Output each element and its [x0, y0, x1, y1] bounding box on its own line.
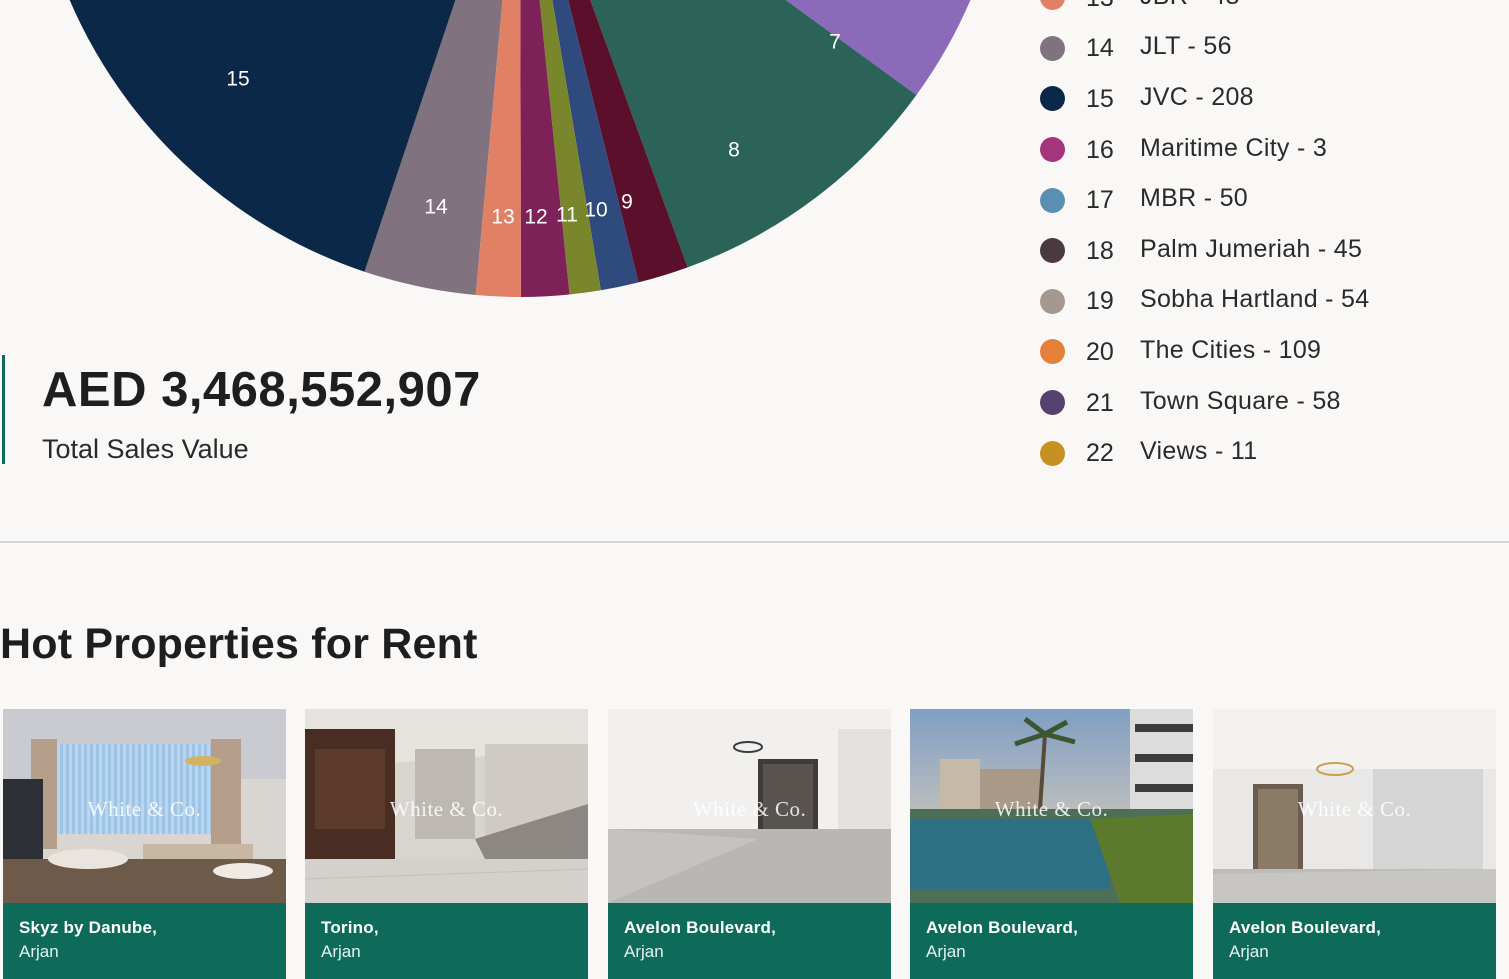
sales-pie-chart: 7 8 9 10 11 12 13 14 15: [0, 0, 1000, 320]
property-card[interactable]: White & Co. Avelon Boulevard, Arjan: [608, 709, 891, 979]
property-photo[interactable]: White & Co.: [3, 709, 286, 903]
legend-color-dot: [1040, 288, 1065, 314]
property-info: Avelon Boulevard, Arjan: [624, 918, 776, 962]
legend-color-dot: [1040, 238, 1065, 264]
legend-item: 13JBR - 48: [1040, 0, 1500, 22]
legend-label: Town Square - 58: [1140, 386, 1341, 415]
property-area: Arjan: [321, 942, 361, 961]
legend-number: 16: [1086, 135, 1114, 164]
property-card[interactable]: White & Co. Torino, Arjan: [305, 709, 588, 979]
hot-properties-title: Hot Properties for Rent: [0, 620, 478, 668]
total-sales-caption: Total Sales Value: [42, 434, 249, 464]
property-photo[interactable]: White & Co.: [305, 709, 588, 903]
property-info: Avelon Boulevard, Arjan: [1229, 918, 1381, 962]
watermark-text: White & Co.: [692, 797, 807, 821]
legend-item: 18 Palm Jumeriah - 45: [1040, 224, 1500, 275]
legend-color-dot: [1040, 86, 1065, 112]
pie-slice-label: 9: [621, 191, 633, 214]
legend-number: 17: [1086, 186, 1114, 215]
legend-label: Palm Jumeriah - 45: [1140, 234, 1363, 263]
property-name[interactable]: Avelon Boulevard,: [926, 918, 1078, 938]
legend-number: 19: [1086, 287, 1114, 316]
property-name[interactable]: Avelon Boulevard,: [1229, 918, 1381, 938]
legend-number: 14: [1086, 34, 1114, 63]
legend-label: JBR - 48: [1140, 0, 1240, 11]
property-photo[interactable]: White & Co.: [1213, 709, 1496, 903]
legend-number: 18: [1086, 236, 1114, 265]
legend-label: Views - 11: [1140, 437, 1258, 466]
property-card[interactable]: White & Co. Avelon Boulevard, Arjan: [1213, 709, 1496, 979]
legend-number: 15: [1086, 84, 1114, 113]
property-photo[interactable]: White & Co.: [608, 709, 891, 903]
legend-item: 15 JVC - 208: [1040, 72, 1500, 123]
legend-item: 19 Sobha Hartland - 54: [1040, 275, 1500, 326]
legend-color-dot: [1040, 35, 1065, 61]
legend-label: Sobha Hartland - 54: [1140, 285, 1370, 314]
legend-item: 21 Town Square - 58: [1040, 376, 1500, 427]
pie-legend: 13JBR - 48 14 JLT - 56 15 JVC - 208 16 Maritim…: [1040, 0, 1500, 477]
legend-color-dot: [1040, 440, 1065, 466]
legend-number: 13: [1086, 0, 1140, 13]
legend-color-dot: [1040, 0, 1065, 11]
pie-slice-label: 8: [728, 139, 740, 162]
pie-slice-label: 11: [556, 204, 578, 227]
property-photo[interactable]: White & Co.: [910, 709, 1193, 903]
property-name[interactable]: Skyz by Danube,: [19, 918, 157, 938]
legend-item: 16 Maritime City - 3: [1040, 123, 1500, 174]
property-info: Torino, Arjan: [321, 918, 379, 962]
property-info: Avelon Boulevard, Arjan: [926, 918, 1078, 962]
legend-label: MBR - 50: [1140, 184, 1248, 213]
section-divider: [0, 541, 1509, 543]
pie-chart-svg: 7 8 9 10 11 12 13 14 15: [69, 0, 971, 298]
legend-color-dot: [1040, 339, 1065, 365]
property-info: Skyz by Danube, Arjan: [19, 918, 157, 962]
pie-slice-label: 10: [584, 199, 607, 222]
legend-item: 17 MBR - 50: [1040, 173, 1500, 224]
legend-color-dot: [1040, 137, 1065, 163]
property-name[interactable]: Torino,: [321, 918, 379, 938]
total-sales-value: AED 3,468,552,907: [42, 363, 481, 417]
pie-slice-label: 14: [424, 196, 448, 219]
total-sales-block: AED 3,468,552,907 Total Sales Value: [2, 355, 481, 464]
pie-slice-label: 13: [491, 206, 514, 229]
property-area: Arjan: [1229, 942, 1269, 961]
legend-label: Maritime City - 3: [1140, 133, 1328, 162]
legend-item: 20 The Cities - 109: [1040, 325, 1500, 376]
watermark-text: White & Co.: [87, 797, 202, 821]
property-card[interactable]: White & Co. Avelon Boulevard, Arjan: [910, 709, 1193, 979]
watermark-text: White & Co.: [1297, 797, 1412, 821]
pie-slice-label: 12: [524, 206, 547, 229]
legend-color-dot: [1040, 390, 1065, 416]
legend-item: 22 Views - 11: [1040, 426, 1500, 477]
watermark-text: White & Co.: [389, 797, 504, 821]
legend-number: 21: [1086, 388, 1114, 417]
legend-label: JVC - 208: [1140, 82, 1254, 111]
property-area: Arjan: [19, 942, 59, 961]
legend-label: JLT - 56: [1140, 32, 1232, 61]
legend-item: 14 JLT - 56: [1040, 22, 1500, 73]
property-name[interactable]: Avelon Boulevard,: [624, 918, 776, 938]
property-area: Arjan: [926, 942, 966, 961]
legend-color-dot: [1040, 187, 1065, 213]
legend-label: The Cities - 109: [1140, 335, 1322, 364]
property-area: Arjan: [624, 942, 664, 961]
page: 789101112131415 13JBR - 4814JLT - 5615JV…: [0, 0, 1509, 979]
legend-number: 22: [1086, 439, 1114, 468]
pie-slice-label: 15: [226, 68, 249, 91]
legend-number: 20: [1086, 337, 1114, 366]
pie-slice-label: 7: [829, 31, 841, 54]
property-card[interactable]: White & Co. Skyz by Danube, Arjan: [3, 709, 286, 979]
watermark-text: White & Co.: [994, 797, 1109, 821]
